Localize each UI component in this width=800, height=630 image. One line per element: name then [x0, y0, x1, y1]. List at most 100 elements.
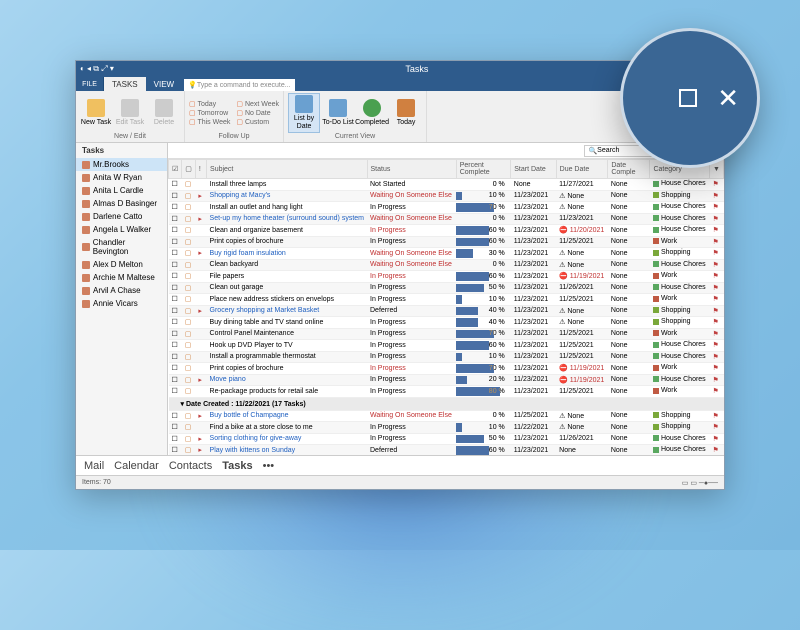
- checkbox-icon[interactable]: ☐: [172, 388, 178, 395]
- checkbox-icon[interactable]: ☐: [172, 354, 178, 361]
- checkbox-icon[interactable]: ☐: [172, 377, 178, 384]
- sidebar-item-person[interactable]: Arvil A Chase: [76, 284, 167, 297]
- task-row[interactable]: ☐▢File papersIn Progress60 %11/23/2021⛔ …: [169, 271, 724, 283]
- checkbox-icon[interactable]: ☐: [172, 204, 178, 211]
- followup-options[interactable]: TodayNext Week TomorrowNo Date This Week…: [189, 100, 279, 126]
- close-icon[interactable]: ✕: [717, 83, 739, 114]
- zoom-slider[interactable]: ▭ ▭ ─●──: [682, 479, 718, 487]
- task-row[interactable]: ☐▢Install three lampsNot Started0 %None1…: [169, 179, 724, 191]
- flag-icon[interactable]: ⚑: [713, 413, 719, 420]
- flag-icon[interactable]: ⚑: [713, 296, 719, 303]
- checkbox-icon[interactable]: ☐: [172, 331, 178, 338]
- task-row[interactable]: ☐▢▸Move pianoIn Progress20 %11/23/2021⛔ …: [169, 374, 724, 386]
- nav-contacts[interactable]: Contacts: [169, 460, 212, 472]
- checkbox-icon[interactable]: ☐: [172, 193, 178, 200]
- checkbox-icon[interactable]: ☐: [172, 262, 178, 269]
- sidebar-item-person[interactable]: Anita L Cardle: [76, 184, 167, 197]
- sidebar-item-person[interactable]: Angela L Walker: [76, 223, 167, 236]
- nav-mail[interactable]: Mail: [84, 460, 104, 472]
- checkbox-icon[interactable]: ☐: [172, 319, 178, 326]
- checkbox-icon[interactable]: ☐: [172, 296, 178, 303]
- flag-icon[interactable]: ⚑: [713, 354, 719, 361]
- checkbox-icon[interactable]: ☐: [172, 216, 178, 223]
- sidebar-item-person[interactable]: Alex D Melton: [76, 258, 167, 271]
- flag-icon[interactable]: ⚑: [713, 181, 719, 188]
- checkbox-icon[interactable]: ☐: [172, 285, 178, 292]
- task-row[interactable]: ☐▢Print copies of brochureIn Progress60 …: [169, 236, 724, 248]
- task-row[interactable]: ☐▢Buy dining table and TV stand onlineIn…: [169, 317, 724, 329]
- new-task-button[interactable]: New Task: [80, 93, 112, 133]
- col-status[interactable]: Status: [367, 160, 456, 179]
- maximize-icon[interactable]: [679, 89, 697, 107]
- command-box[interactable]: 💡 Type a command to execute...: [184, 79, 295, 91]
- completed-button[interactable]: Completed: [356, 93, 388, 133]
- checkbox-icon[interactable]: ☐: [172, 365, 178, 372]
- col-start[interactable]: Start Date: [511, 160, 556, 179]
- checkbox-icon[interactable]: ☐: [172, 181, 178, 188]
- sidebar-item-person[interactable]: Chandler Bevington: [76, 236, 167, 258]
- tab-view[interactable]: VIEW: [146, 77, 182, 91]
- file-tab[interactable]: FILE: [76, 77, 104, 91]
- task-row[interactable]: ☐▢Clean out garageIn Progress50 %11/23/2…: [169, 282, 724, 294]
- flag-icon[interactable]: ⚑: [713, 447, 719, 454]
- today-button[interactable]: Today: [390, 93, 422, 133]
- checkbox-icon[interactable]: ☐: [172, 273, 178, 280]
- nav-tasks[interactable]: Tasks: [222, 460, 252, 472]
- checkbox-icon[interactable]: ☐: [172, 342, 178, 349]
- flag-icon[interactable]: ⚑: [713, 342, 719, 349]
- checkbox-icon[interactable]: ☐: [172, 447, 178, 454]
- flag-icon[interactable]: ⚑: [713, 319, 719, 326]
- task-row[interactable]: ☐▢▸Play with kittens on SundayDeferred60…: [169, 445, 724, 456]
- col-icon[interactable]: ▢: [182, 160, 196, 179]
- checkbox-icon[interactable]: ☐: [172, 250, 178, 257]
- task-row[interactable]: ☐▢Hook up DVD Player to TVIn Progress60 …: [169, 340, 724, 352]
- edit-task-button[interactable]: Edit Task: [114, 93, 146, 133]
- checkbox-icon[interactable]: ☐: [172, 308, 178, 315]
- col-check[interactable]: ☑: [169, 160, 182, 179]
- flag-icon[interactable]: ⚑: [713, 216, 719, 223]
- col-priority[interactable]: !: [195, 160, 206, 179]
- task-row[interactable]: ☐▢Re-package products for retail saleIn …: [169, 386, 724, 398]
- checkbox-icon[interactable]: ☐: [172, 436, 178, 443]
- flag-icon[interactable]: ⚑: [713, 227, 719, 234]
- task-row[interactable]: ☐▢▸Grocery shopping at Market BasketDefe…: [169, 305, 724, 317]
- task-row[interactable]: ☐▢▸Set-up my home theater (surround soun…: [169, 213, 724, 225]
- qat[interactable]: ◐ ◂ ⧉ ⤢ ▾: [80, 64, 114, 74]
- flag-icon[interactable]: ⚑: [713, 308, 719, 315]
- flag-icon[interactable]: ⚑: [713, 273, 719, 280]
- tab-tasks[interactable]: TASKS: [104, 77, 146, 91]
- flag-icon[interactable]: ⚑: [713, 193, 719, 200]
- flag-icon[interactable]: ⚑: [713, 365, 719, 372]
- col-complete[interactable]: Date Comple: [608, 160, 650, 179]
- sidebar-item-person[interactable]: Anita W Ryan: [76, 171, 167, 184]
- col-subject[interactable]: Subject: [207, 160, 367, 179]
- task-row[interactable]: ☐▢Place new address stickers on envelops…: [169, 294, 724, 306]
- col-percent[interactable]: Percent Complete: [456, 160, 511, 179]
- nav-more[interactable]: •••: [263, 460, 275, 472]
- col-due[interactable]: Due Date: [556, 160, 608, 179]
- flag-icon[interactable]: ⚑: [713, 239, 719, 246]
- sidebar-item-person[interactable]: Mr.Brooks: [76, 158, 167, 171]
- task-row[interactable]: ☐▢Find a bike at a store close to meIn P…: [169, 422, 724, 434]
- flag-icon[interactable]: ⚑: [713, 331, 719, 338]
- delete-button[interactable]: Delete: [148, 93, 180, 133]
- task-row[interactable]: ☐▢▸Buy rigid foam insulationWaiting On S…: [169, 248, 724, 260]
- todo-list-button[interactable]: To-Do List: [322, 93, 354, 133]
- task-row[interactable]: ☐▢Clean and organize basementIn Progress…: [169, 225, 724, 237]
- flag-icon[interactable]: ⚑: [713, 262, 719, 269]
- task-row[interactable]: ☐▢▸Sorting clothing for give-awayIn Prog…: [169, 433, 724, 445]
- sidebar-item-person[interactable]: Archie M Maltese: [76, 271, 167, 284]
- flag-icon[interactable]: ⚑: [713, 436, 719, 443]
- task-row[interactable]: ☐▢▸Buy bottle of ChampagneWaiting On Som…: [169, 410, 724, 422]
- flag-icon[interactable]: ⚑: [713, 204, 719, 211]
- flag-icon[interactable]: ⚑: [713, 388, 719, 395]
- group-header[interactable]: ▾ Date Created : 11/22/2021 (17 Tasks): [169, 397, 724, 410]
- checkbox-icon[interactable]: ☐: [172, 424, 178, 431]
- task-row[interactable]: ☐▢Clean backyardWaiting On Someone Else0…: [169, 259, 724, 271]
- flag-icon[interactable]: ⚑: [713, 250, 719, 257]
- list-by-date-button[interactable]: List by Date: [288, 93, 320, 133]
- flag-icon[interactable]: ⚑: [713, 377, 719, 384]
- task-row[interactable]: ☐▢▸Shopping at Macy'sWaiting On Someone …: [169, 190, 724, 202]
- task-row[interactable]: ☐▢Print copies of brochureIn Progress70 …: [169, 363, 724, 375]
- flag-icon[interactable]: ⚑: [713, 285, 719, 292]
